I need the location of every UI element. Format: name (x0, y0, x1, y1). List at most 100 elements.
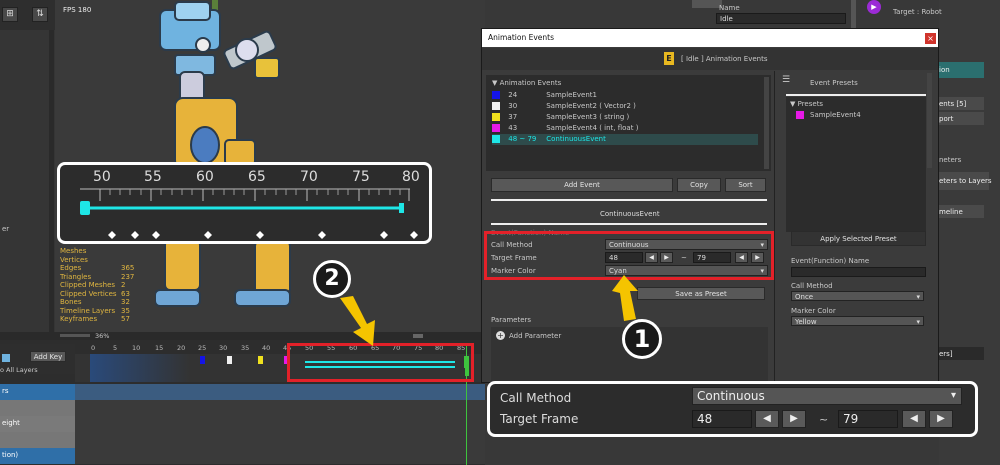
preset-call-dropdown[interactable]: Once ▾ (791, 291, 924, 301)
zoomed-ruler-callout: 50 55 60 65 70 75 80 (57, 162, 432, 244)
list-item[interactable]: 37 SampleEvent3 ( string ) (492, 112, 758, 123)
zoom-frame-end: 79 (838, 410, 898, 428)
continuous-event-bar-zoom (305, 361, 455, 363)
list-item[interactable]: 24 SampleEvent1 (492, 90, 758, 101)
stat-row: Bones 32 (60, 298, 130, 306)
inspector-item[interactable]: ion (939, 62, 984, 78)
hierarchy-panel: er (0, 30, 55, 332)
play-icon[interactable]: ▶ (867, 0, 881, 14)
list-item[interactable]: 30 SampleEvent2 ( Vector2 ) (492, 101, 758, 112)
animation-events-dialog: Animation Events × E [ Idle ] Animation … (481, 28, 939, 383)
apply-preset-button[interactable]: Apply Selected Preset (791, 231, 926, 246)
stat-row: Edges 365 (60, 264, 135, 272)
stat-row: Meshes (60, 247, 87, 255)
color-swatch (492, 102, 500, 110)
stat-row: Clipped Meshes 2 (60, 281, 126, 289)
preset-function-input[interactable] (791, 267, 926, 277)
preset-marker-dropdown[interactable]: Yellow ▾ (791, 316, 924, 326)
zoom-call-method-label: Call Method (500, 391, 572, 405)
selected-event-title: ContinuousEvent (600, 210, 660, 218)
inspector-item[interactable]: meline (939, 205, 984, 218)
event-list-scrollbar[interactable] (764, 77, 769, 169)
arrow-1-icon (612, 275, 638, 321)
track-lane[interactable] (75, 432, 485, 448)
zoom-tick-label: 55 (144, 169, 162, 185)
presets-list: ▼ Presets SampleEvent4 (786, 97, 926, 232)
presets-scrollbar[interactable] (927, 73, 932, 168)
layer-toolbar: Add Key o All Layers (0, 344, 75, 374)
hierarchy-text: er (2, 225, 10, 233)
preset-marker-label: Marker Color (791, 307, 836, 315)
plus-icon[interactable]: + (496, 331, 505, 340)
divider (491, 223, 767, 225)
list-icon: ☰ (782, 75, 791, 85)
presets-header[interactable]: ▼ Presets (790, 100, 823, 108)
zoom-prev-arrow: ◀ (902, 410, 926, 428)
lock-icon[interactable] (2, 354, 10, 362)
track-row[interactable]: rs (0, 384, 485, 400)
track-row[interactable] (0, 400, 485, 416)
inspector-item[interactable]: eters to Layers (939, 172, 992, 190)
event-list: ▼ Animation Events 24 SampleEvent1 30 Samp… (486, 75, 771, 171)
close-icon[interactable]: × (925, 33, 936, 44)
hierarchy-scrollbar[interactable] (49, 30, 54, 332)
parameters-label: Parameters (491, 316, 532, 324)
divider (786, 94, 926, 96)
event-icon: E (664, 52, 674, 65)
copy-button[interactable]: Copy (677, 178, 721, 192)
list-item[interactable]: 43 SampleEvent4 ( int, float ) (492, 123, 758, 134)
grid-icon[interactable]: ⊞ (2, 7, 18, 22)
timeline-header: 36% (0, 332, 485, 340)
add-key-button[interactable]: Add Key (30, 351, 66, 362)
add-event-button[interactable]: Add Event (491, 178, 673, 192)
track-row[interactable]: eight (0, 416, 485, 432)
inspector-icon (692, 0, 722, 8)
inspector-label: neters (939, 156, 962, 164)
track-lane[interactable] (75, 384, 485, 400)
color-swatch (492, 91, 500, 99)
color-swatch (492, 113, 500, 121)
list-item[interactable]: SampleEvent4 (796, 111, 861, 119)
fps-readout: FPS 180 (63, 6, 92, 14)
presets-title: Event Presets (810, 79, 858, 87)
zoom-tick-label: 60 (196, 169, 214, 185)
callout-badge-1: 1 (622, 319, 662, 359)
range-highlight (90, 354, 190, 382)
divider (491, 199, 767, 201)
playhead-marker (464, 356, 469, 368)
zoom-call-method-dropdown: Continuous ▾ (692, 387, 962, 405)
all-layers-label[interactable]: o All Layers (0, 366, 38, 374)
add-parameter-button[interactable]: Add Parameter (509, 332, 561, 340)
save-as-preset-button[interactable]: Save as Preset (637, 287, 765, 300)
zoom-percent: 36% (95, 332, 110, 340)
stat-row: Clipped Vertices 63 (60, 289, 130, 298)
timeline-scroll-handle[interactable] (413, 334, 423, 338)
zoom-slider[interactable] (60, 334, 90, 337)
inspector-scrollbar[interactable] (851, 0, 856, 28)
zoomed-properties-callout: Call Method Continuous ▾ Target Frame 48 … (487, 381, 978, 437)
dialog-title: Animation Events (482, 29, 938, 47)
zoom-prev-arrow: ◀ (755, 410, 779, 428)
inspector-item[interactable]: ers] (939, 347, 984, 360)
list-item-selected[interactable]: 48 ~ 79 ContinuousEvent (492, 134, 758, 145)
sort-button[interactable]: Sort (725, 178, 766, 192)
zoom-tick-label: 70 (300, 169, 318, 185)
track-row[interactable] (0, 432, 485, 448)
track-lane[interactable] (75, 416, 485, 432)
event-marker[interactable] (227, 356, 232, 364)
name-input[interactable]: Idle (716, 13, 846, 24)
event-marker[interactable] (200, 356, 205, 364)
stat-row: Keyframes 57 (60, 315, 130, 323)
sort-icon[interactable]: ⇅ (32, 7, 48, 22)
zoom-frame-start: 48 (692, 410, 752, 428)
events-section-header[interactable]: ▼ Animation Events (492, 79, 561, 87)
inspector-item[interactable]: ents [5] (939, 97, 984, 110)
preset-call-label: Call Method (791, 282, 833, 290)
event-marker[interactable] (258, 356, 263, 364)
inspector-item[interactable]: port (939, 112, 984, 125)
track-lane[interactable] (75, 448, 485, 464)
track-row[interactable]: tion) (0, 448, 485, 464)
track-lane[interactable] (75, 400, 485, 416)
dialog-header-title: [ Idle ] Animation Events (681, 55, 768, 63)
panel-splitter[interactable] (774, 71, 775, 381)
